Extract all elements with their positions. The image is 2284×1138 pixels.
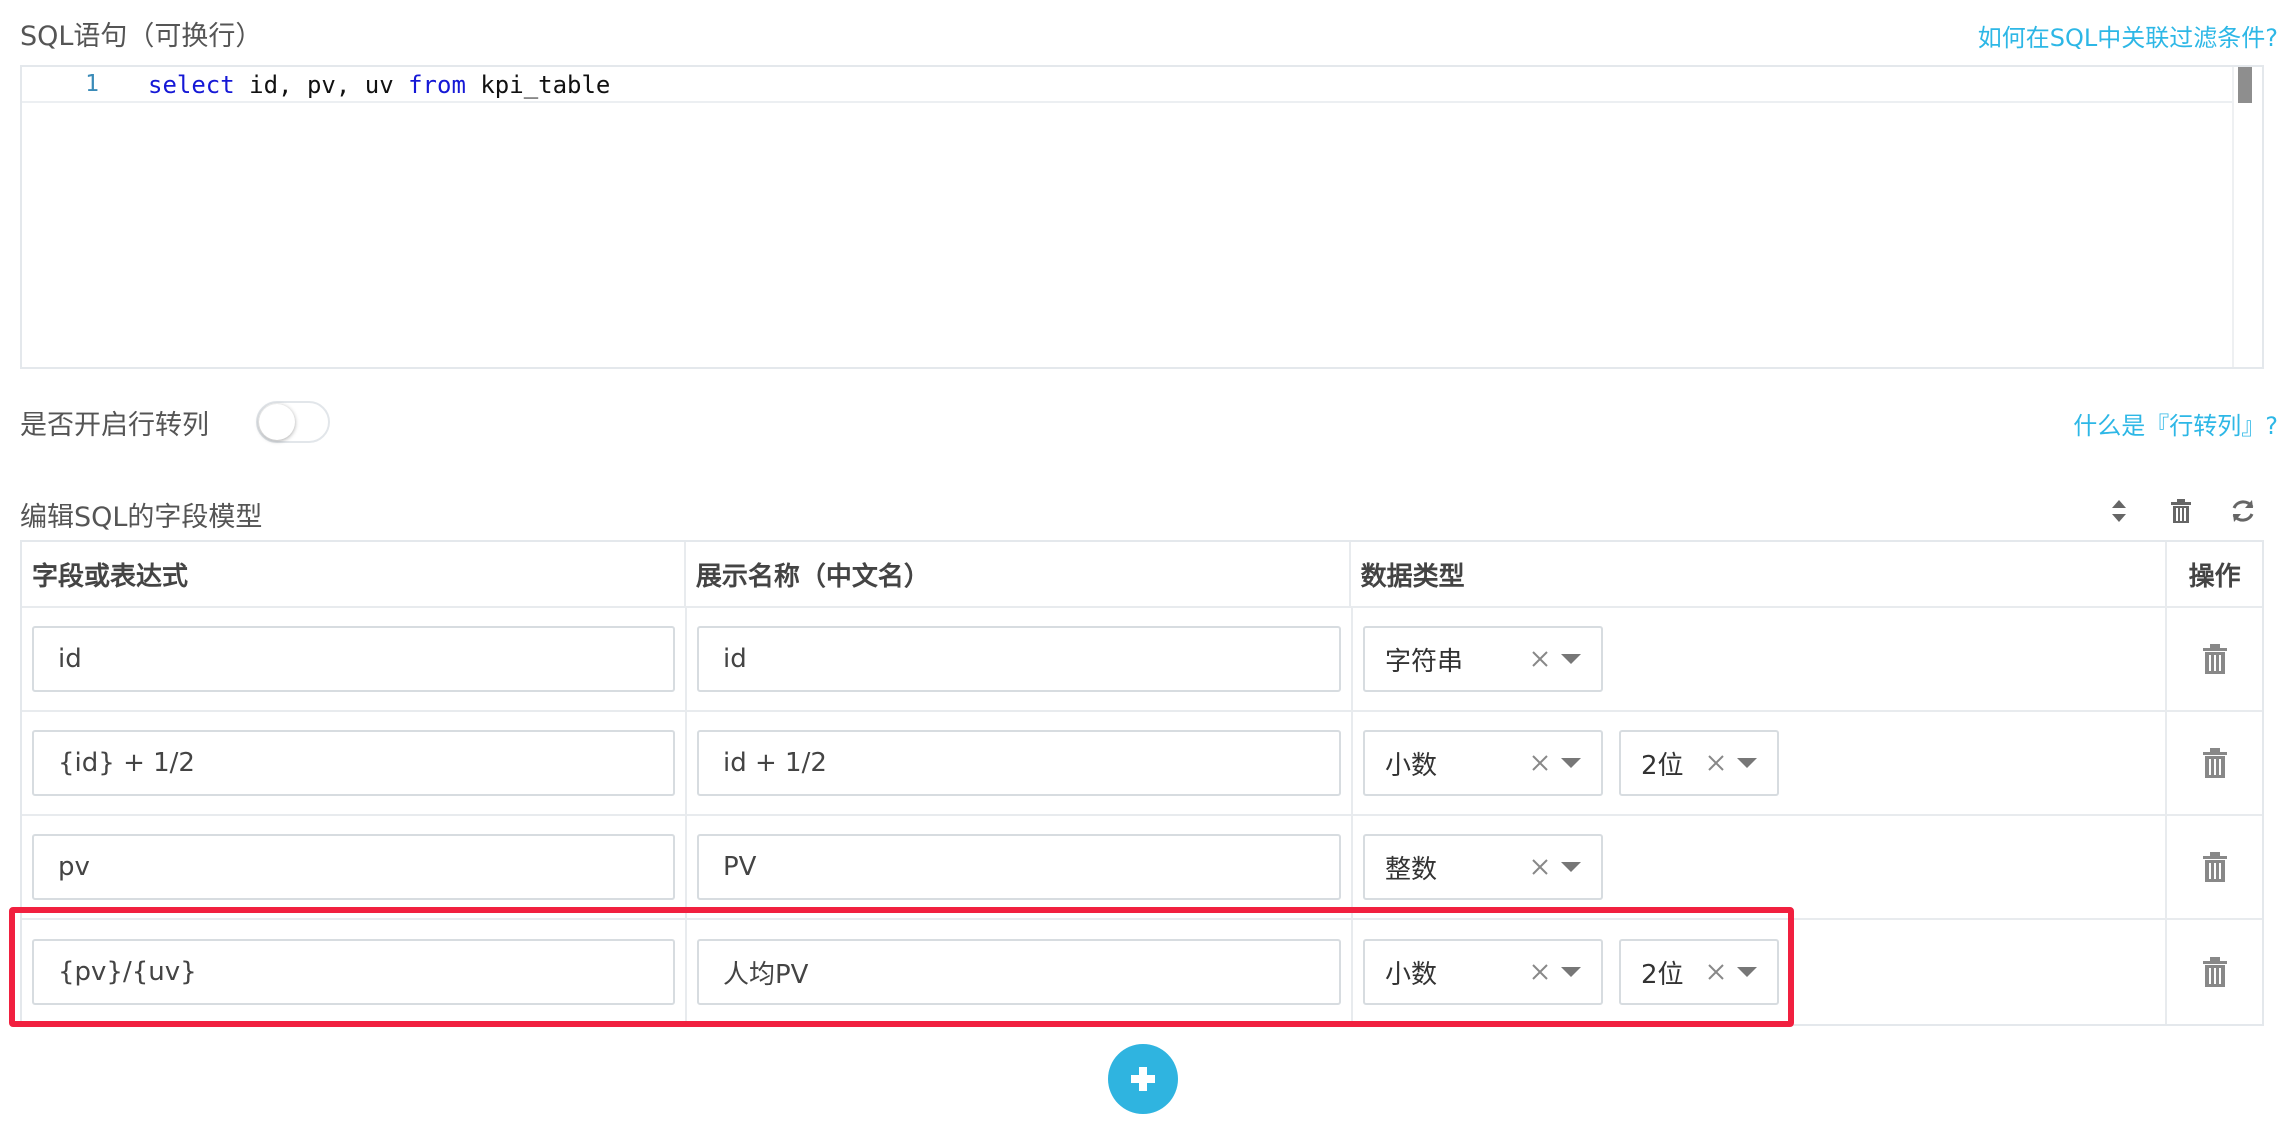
refresh-icon[interactable] — [2228, 496, 2258, 526]
toggle-knob — [259, 404, 295, 440]
display-name-input[interactable]: PV — [697, 834, 1341, 900]
editor-scrollbar[interactable] — [2232, 67, 2262, 367]
table-header-row: 字段或表达式 展示名称（中文名） 数据类型 操作 — [22, 542, 2262, 608]
action-cell — [2167, 920, 2262, 1024]
display-name-input[interactable]: id — [697, 626, 1341, 692]
precision-value: 2位 — [1641, 750, 1684, 781]
pivot-help-link[interactable]: 什么是『行转列』? — [2073, 406, 2278, 441]
type-cell: 小数 2位 — [1353, 920, 2168, 1024]
expr-cell: pv — [22, 816, 687, 918]
display-cell: PV — [687, 816, 1353, 918]
clear-icon[interactable] — [1701, 748, 1731, 778]
sql-text: kpi_table — [465, 71, 611, 99]
fields-label: 编辑SQL的字段模型 — [20, 502, 263, 533]
precision-select[interactable]: 2位 — [1619, 939, 1779, 1005]
line-number: 1 — [85, 71, 99, 97]
table-row: {id} + 1/2 id + 1/2 小数 2位 — [22, 712, 2262, 816]
delete-row-icon[interactable] — [2200, 850, 2230, 884]
sql-keyword: from — [408, 71, 466, 99]
table-row: {pv}/{uv} 人均PV 小数 2位 — [22, 920, 2262, 1024]
delete-row-icon[interactable] — [2200, 642, 2230, 676]
expr-cell: {id} + 1/2 — [22, 712, 687, 814]
expr-input[interactable]: {pv}/{uv} — [32, 939, 675, 1005]
table-row: id id 字符串 — [22, 608, 2262, 712]
precision-value: 2位 — [1641, 959, 1684, 990]
expr-cell: id — [22, 608, 687, 710]
type-cell: 整数 — [1353, 816, 2168, 918]
field-model-table: 字段或表达式 展示名称（中文名） 数据类型 操作 id id 字符串 {id} … — [20, 540, 2264, 1026]
plus-icon — [1131, 1067, 1155, 1091]
chevron-down-icon[interactable] — [1561, 967, 1581, 977]
expr-input[interactable]: id — [32, 626, 675, 692]
sql-keyword: select — [148, 71, 235, 99]
data-type-select[interactable]: 小数 — [1363, 939, 1603, 1005]
display-cell: id — [687, 608, 1353, 710]
clear-icon[interactable] — [1525, 644, 1555, 674]
sql-editor[interactable]: 1 select id, pv, uv from kpi_table — [20, 65, 2264, 369]
chevron-down-icon[interactable] — [1561, 654, 1581, 664]
display-name-input[interactable]: 人均PV — [697, 939, 1341, 1005]
expr-cell: {pv}/{uv} — [22, 920, 687, 1024]
chevron-down-icon[interactable] — [1737, 758, 1757, 768]
data-type-select[interactable]: 字符串 — [1363, 626, 1603, 692]
header-expr: 字段或表达式 — [22, 542, 686, 606]
chevron-down-icon[interactable] — [1737, 967, 1757, 977]
data-type-value: 小数 — [1385, 959, 1438, 990]
header-action: 操作 — [2188, 561, 2241, 592]
sql-help-link[interactable]: 如何在SQL中关联过滤条件? — [1978, 18, 2278, 53]
action-cell — [2167, 608, 2262, 710]
table-row: pv PV 整数 — [22, 816, 2262, 920]
pivot-toggle[interactable] — [256, 401, 330, 443]
type-cell: 小数 2位 — [1353, 712, 2168, 814]
sql-label: SQL语句（可换行） — [20, 21, 263, 52]
pivot-label: 是否开启行转列 — [20, 410, 209, 441]
data-type-value: 字符串 — [1385, 646, 1464, 677]
sql-code-line[interactable]: select id, pv, uv from kpi_table — [148, 71, 610, 99]
data-type-value: 整数 — [1385, 854, 1438, 885]
data-type-value: 小数 — [1385, 750, 1438, 781]
add-field-button[interactable] — [1108, 1044, 1178, 1114]
data-type-select[interactable]: 整数 — [1363, 834, 1603, 900]
delete-row-icon[interactable] — [2200, 746, 2230, 780]
scrollbar-thumb[interactable] — [2238, 67, 2252, 103]
header-display: 展示名称（中文名） — [686, 542, 1351, 606]
clear-icon[interactable] — [1525, 957, 1555, 987]
header-type: 数据类型 — [1351, 542, 2168, 606]
chevron-down-icon[interactable] — [1561, 862, 1581, 872]
trash-icon[interactable] — [2166, 496, 2196, 526]
sort-icon[interactable] — [2104, 496, 2134, 526]
data-type-select[interactable]: 小数 — [1363, 730, 1603, 796]
clear-icon[interactable] — [1525, 852, 1555, 882]
clear-icon[interactable] — [1525, 748, 1555, 778]
precision-select[interactable]: 2位 — [1619, 730, 1779, 796]
sql-text: id, pv, uv — [234, 71, 409, 99]
clear-icon[interactable] — [1701, 957, 1731, 987]
action-cell — [2167, 816, 2262, 918]
display-name-input[interactable]: id + 1/2 — [697, 730, 1341, 796]
chevron-down-icon[interactable] — [1561, 758, 1581, 768]
expr-input[interactable]: {id} + 1/2 — [32, 730, 675, 796]
type-cell: 字符串 — [1353, 608, 2168, 710]
display-cell: 人均PV — [687, 920, 1353, 1024]
expr-input[interactable]: pv — [32, 834, 675, 900]
display-cell: id + 1/2 — [687, 712, 1353, 814]
delete-row-icon[interactable] — [2200, 955, 2230, 989]
action-cell — [2167, 712, 2262, 814]
